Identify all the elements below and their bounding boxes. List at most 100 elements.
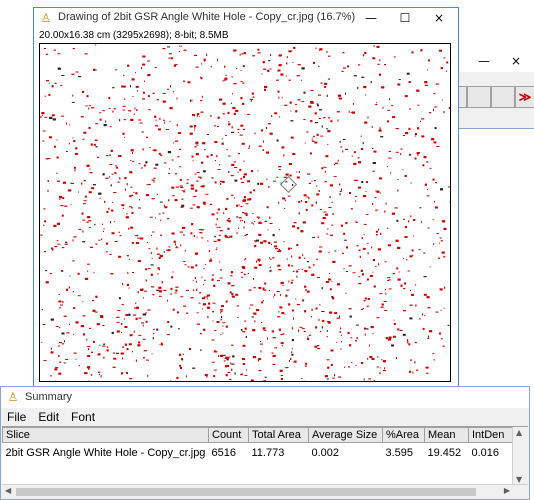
- summary-window-titlebar[interactable]: ♙ Summary: [1, 387, 529, 408]
- particle: [156, 253, 160, 255]
- image-window-titlebar[interactable]: ♙ Drawing of 2bit GSR Angle White Hole -…: [34, 8, 458, 28]
- minimize-button[interactable]: —: [467, 51, 501, 71]
- particle: [358, 186, 361, 189]
- particle: [181, 204, 185, 207]
- particle: [128, 343, 132, 346]
- particle: [120, 352, 124, 355]
- particle: [249, 145, 251, 148]
- column-header-total-area[interactable]: Total Area: [248, 427, 309, 443]
- column-header-percent-area[interactable]: %Area: [382, 427, 425, 443]
- particle: [117, 310, 121, 311]
- column-header-slice[interactable]: Slice: [2, 427, 209, 443]
- particle: [119, 177, 121, 180]
- particle: [220, 269, 222, 271]
- particle: [93, 272, 95, 274]
- particle: [399, 329, 403, 331]
- particle: [109, 126, 112, 128]
- column-header-intden[interactable]: IntDen: [468, 427, 517, 443]
- cell-slice: 2bit GSR Angle White Hole - Copy_cr.jpg: [2, 442, 209, 462]
- particle: [50, 318, 54, 321]
- table-row[interactable]: 2bit GSR Angle White Hole - Copy_cr.jpg …: [2, 442, 517, 462]
- particle: [278, 64, 282, 67]
- microscope-icon: ♙: [7, 390, 19, 404]
- column-header-count[interactable]: Count: [208, 427, 249, 443]
- particle: [206, 134, 209, 135]
- particle: [119, 235, 122, 237]
- particle: [337, 119, 339, 122]
- scroll-right-icon[interactable]: ▶: [504, 486, 510, 495]
- particle: [372, 333, 374, 335]
- particle: [441, 99, 443, 101]
- menu-font[interactable]: Font: [65, 408, 101, 426]
- particle: [297, 64, 301, 66]
- particle: [443, 227, 447, 230]
- minimize-button[interactable]: —: [354, 8, 388, 28]
- particle: [151, 258, 153, 259]
- particle: [435, 311, 439, 313]
- particle: [414, 135, 416, 137]
- menu-file[interactable]: File: [1, 408, 32, 426]
- particle: [78, 76, 82, 78]
- particle: [54, 368, 58, 371]
- particle: [266, 151, 269, 154]
- particle: [311, 180, 313, 182]
- particle: [321, 222, 325, 225]
- close-button[interactable]: ×: [422, 8, 456, 28]
- particle: [167, 151, 171, 154]
- toolbar-tool-button[interactable]: [491, 86, 515, 108]
- particle: [178, 132, 181, 135]
- particle: [288, 280, 290, 283]
- particle: [147, 60, 150, 62]
- column-header-mean[interactable]: Mean: [424, 427, 469, 443]
- particle: [252, 356, 256, 359]
- particle: [249, 198, 252, 201]
- particle: [119, 119, 121, 122]
- scroll-left-icon[interactable]: ◀: [5, 486, 11, 495]
- particle: [72, 260, 75, 262]
- particle: [228, 220, 231, 223]
- vertical-scrollbar[interactable]: ▲ ▼: [512, 427, 528, 485]
- particle: [243, 160, 245, 162]
- particle: [174, 292, 177, 294]
- particle: [45, 281, 49, 284]
- particle: [59, 197, 61, 200]
- cursor-marker-icon: [280, 176, 297, 193]
- particle: [372, 162, 376, 164]
- particle: [210, 66, 212, 68]
- toolbar-window-titlebar[interactable]: — ×: [453, 50, 534, 72]
- column-header-average-size[interactable]: Average Size: [308, 427, 383, 443]
- scroll-up-icon[interactable]: ▲: [516, 428, 522, 437]
- particle: [397, 246, 401, 249]
- particle: [271, 115, 273, 118]
- particle: [231, 76, 233, 78]
- maximize-button[interactable]: ☐: [388, 8, 422, 28]
- image-canvas[interactable]: [39, 43, 451, 382]
- particle: [352, 111, 355, 114]
- particle: [370, 326, 374, 329]
- particle: [291, 353, 294, 356]
- particle: [98, 373, 100, 375]
- particle: [332, 213, 334, 216]
- toolbar-tool-button[interactable]: [467, 86, 491, 108]
- horizontal-scrollbar[interactable]: ◀ ▶: [2, 484, 528, 499]
- close-button[interactable]: ×: [499, 51, 533, 71]
- particle: [369, 356, 373, 358]
- particle: [370, 81, 372, 84]
- scroll-down-icon[interactable]: ▼: [516, 475, 522, 484]
- particle: [124, 326, 128, 328]
- particle: [358, 161, 362, 164]
- particle: [54, 246, 58, 248]
- particle: [95, 123, 99, 125]
- particle: [98, 239, 101, 241]
- particle: [200, 77, 203, 80]
- particle: [249, 307, 251, 309]
- particle: [73, 352, 77, 354]
- more-tools-button[interactable]: ≫: [515, 86, 534, 108]
- particle: [157, 267, 160, 270]
- particle: [192, 280, 194, 282]
- menu-edit[interactable]: Edit: [32, 408, 65, 426]
- particle: [195, 153, 199, 156]
- particle: [84, 53, 88, 55]
- particle: [325, 281, 329, 283]
- scrollbar-thumb[interactable]: [16, 488, 476, 496]
